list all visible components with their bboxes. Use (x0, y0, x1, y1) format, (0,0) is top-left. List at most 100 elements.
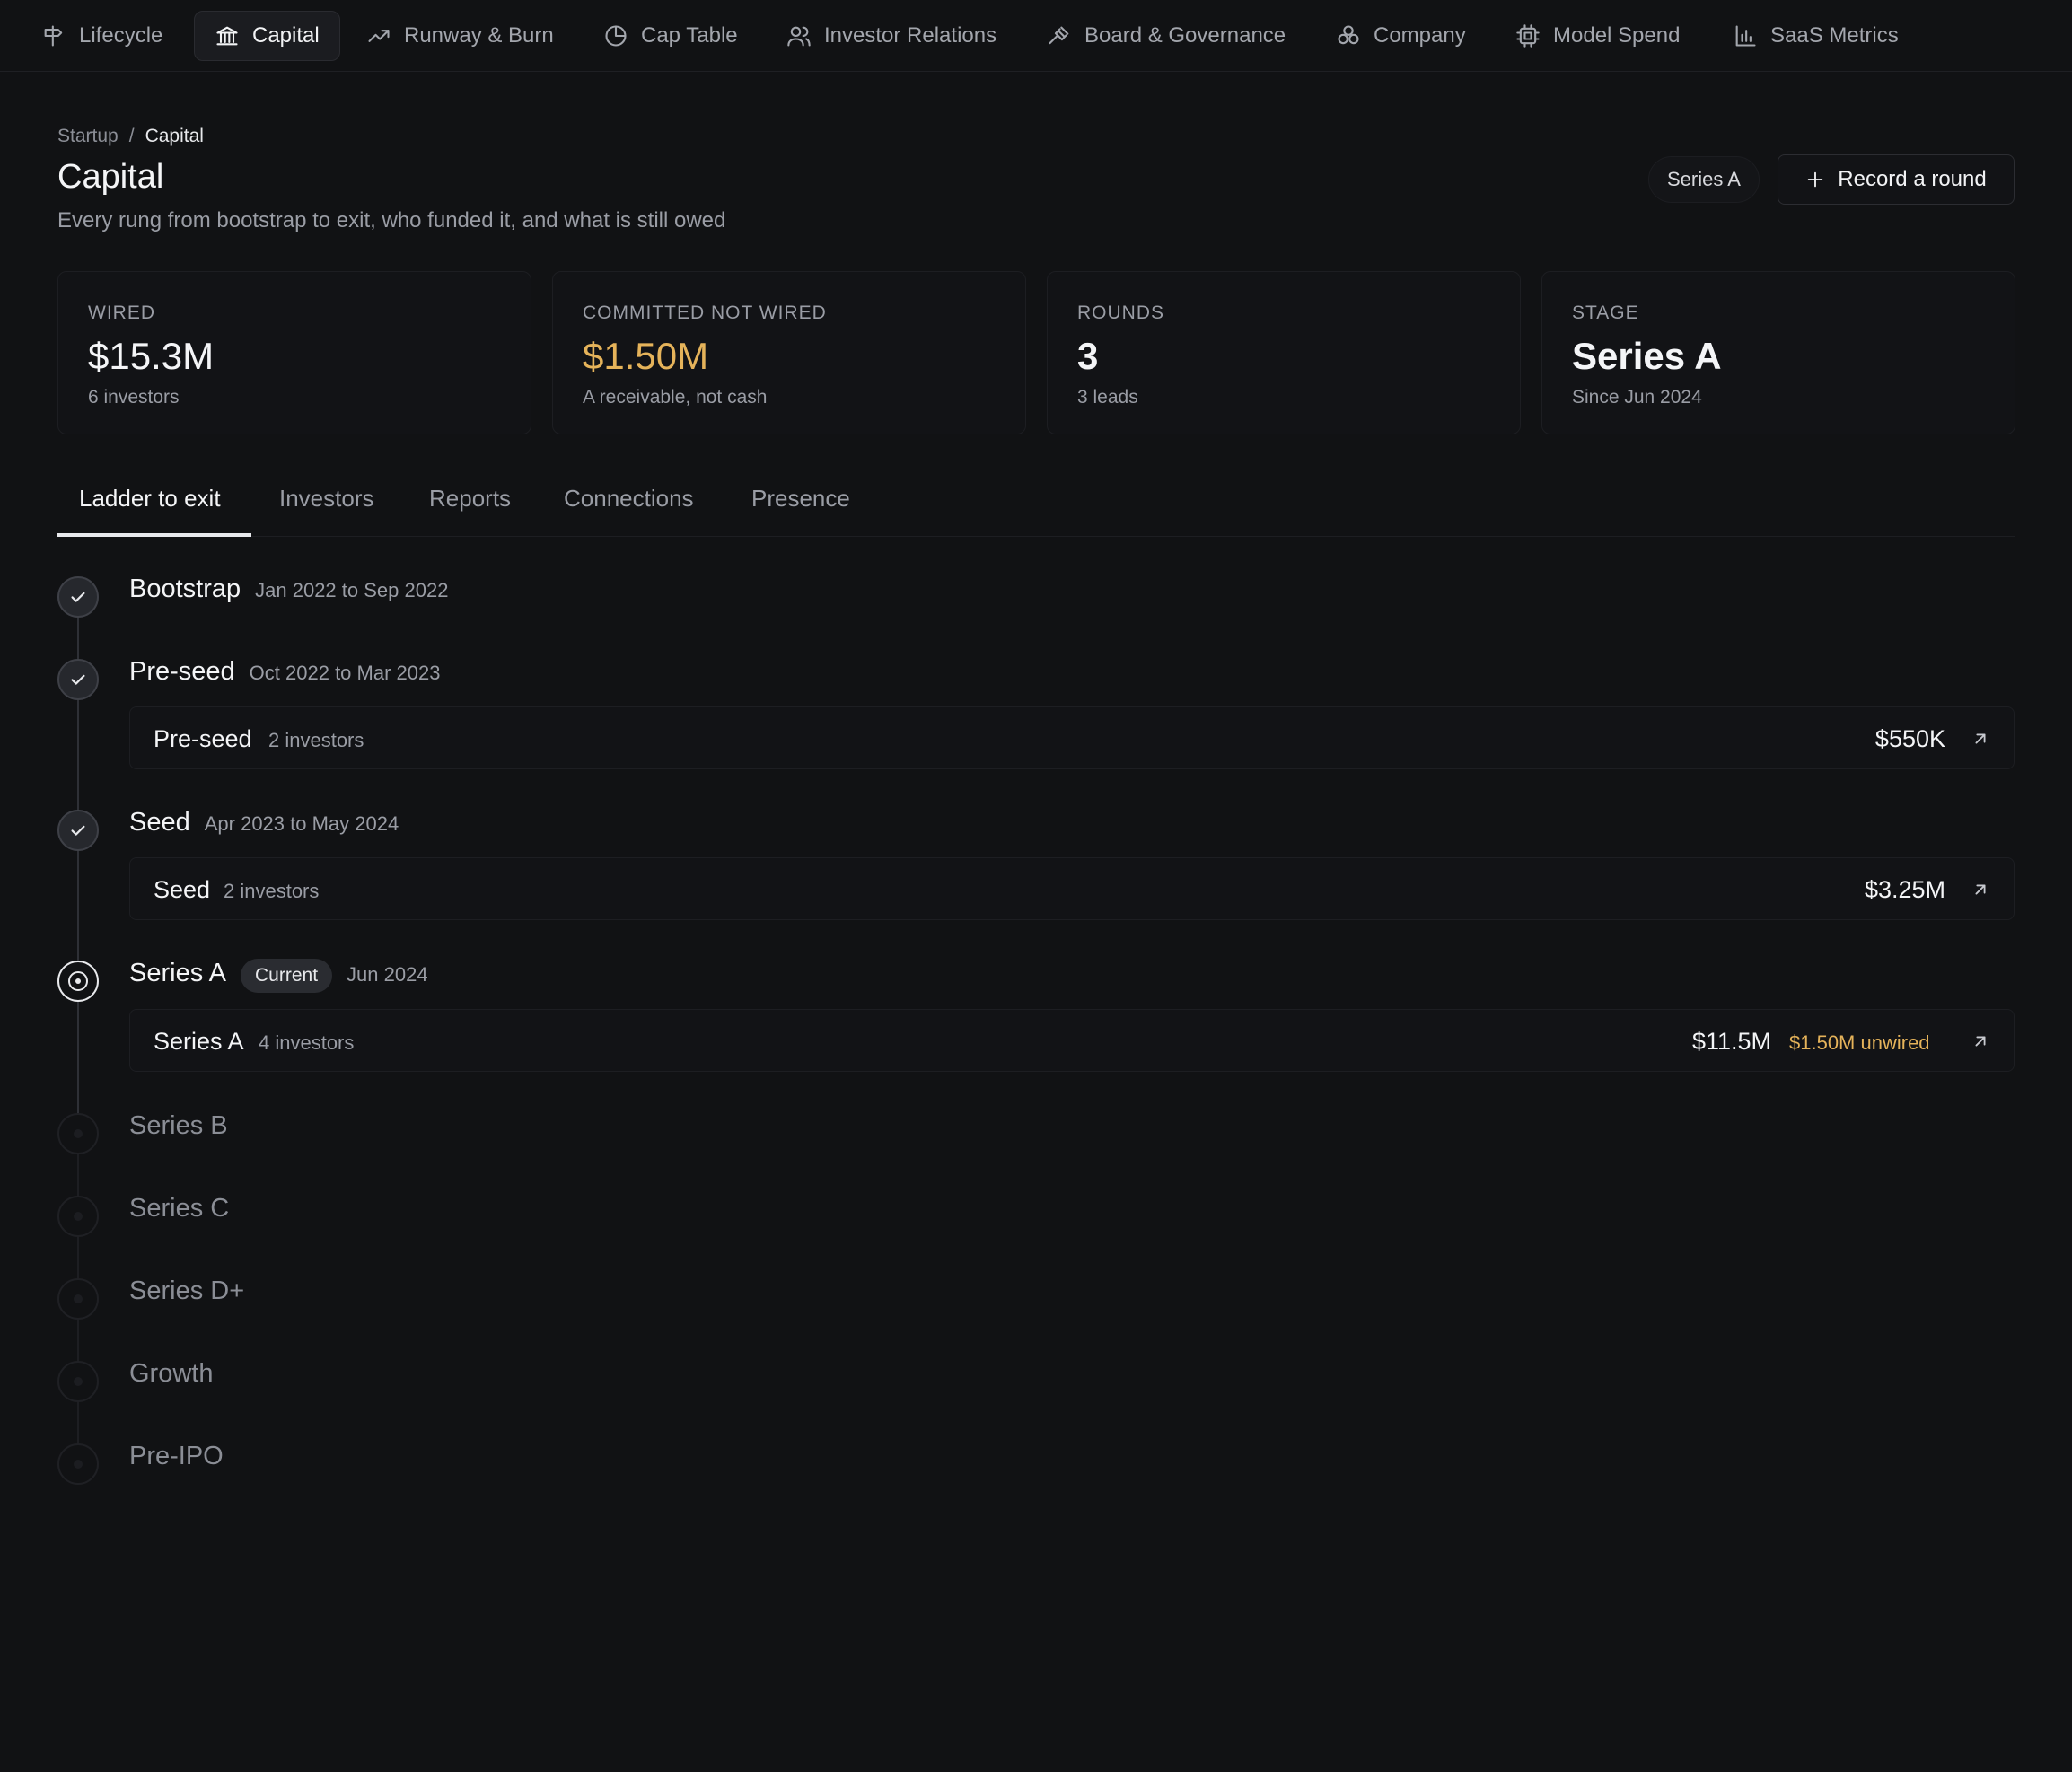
tab-investors[interactable]: Investors (279, 485, 374, 513)
stage-name: Seed (129, 808, 190, 837)
tab-bar: Ladder to exit Investors Reports Connect… (57, 467, 2015, 537)
round-name: Seed (154, 876, 211, 903)
nav-item-label: Lifecycle (79, 23, 163, 48)
stat-note: 3 leads (1077, 387, 1138, 408)
arrow-up-right-icon[interactable] (1971, 729, 1990, 749)
stage-pre-seed: Pre-seed Oct 2022 to Mar 2023 (129, 657, 440, 687)
nav-item-model-spend[interactable]: Model Spend (1496, 11, 1699, 61)
active-tab-indicator (57, 533, 251, 537)
round-row-pre-seed[interactable]: Pre-seed 2 investors $550K (129, 706, 2015, 769)
stage-series-c: Series C (129, 1194, 229, 1224)
stage-node-future (57, 1113, 99, 1154)
record-round-label: Record a round (1838, 167, 1987, 191)
round-investor-count: 2 investors (268, 729, 364, 751)
round-row-seed[interactable]: Seed 2 investors $3.25M (129, 857, 2015, 920)
round-investor-count: 4 investors (259, 1031, 355, 1054)
stat-note: Since Jun 2024 (1572, 387, 1702, 408)
stat-note: A receivable, not cash (583, 387, 768, 408)
arrow-up-right-icon[interactable] (1971, 1031, 1990, 1051)
breadcrumb: Startup / Capital (57, 126, 204, 147)
stage-series-b: Series B (129, 1111, 228, 1141)
stage-node-current (57, 961, 99, 1002)
nav-item-label: Board & Governance (1084, 23, 1286, 48)
check-icon (71, 592, 85, 602)
round-amount: $3.25M (1864, 876, 1945, 903)
stage-node-done (57, 576, 99, 618)
stage-dates: Apr 2023 to May 2024 (204, 812, 399, 835)
record-round-button[interactable]: Record a round (1778, 154, 2015, 205)
stage-node-future (57, 1443, 99, 1485)
tab-reports[interactable]: Reports (429, 485, 511, 513)
stat-label: Committed not wired (583, 303, 827, 323)
stat-note: 6 investors (88, 387, 180, 408)
stat-label: Stage (1572, 303, 1639, 323)
stage-name: Series B (129, 1111, 228, 1140)
round-amount: $11.5M (1691, 1028, 1771, 1055)
nav-item-label: Investor Relations (824, 23, 997, 48)
stage-node-future (57, 1196, 99, 1237)
nav-item-company[interactable]: Company (1316, 11, 1486, 61)
target-icon (68, 971, 88, 991)
stat-card-rounds: Rounds 3 3 leads (1047, 271, 1521, 434)
stat-card-committed-not-wired: Committed not wired $1.50M A receivable,… (552, 271, 1026, 434)
stat-value: $1.50M (583, 335, 709, 377)
nav-item-board-governance[interactable]: Board & Governance (1027, 11, 1305, 61)
round-name: Pre-seed (154, 725, 252, 752)
gavel-icon (1049, 26, 1069, 45)
stage-series-a: Series A Current Jun 2024 (129, 959, 428, 993)
nav-item-saas-metrics[interactable]: SaaS Metrics (1713, 11, 1918, 61)
stage-dates: Jun 2024 (347, 963, 428, 986)
stage-growth: Growth (129, 1359, 213, 1389)
stat-label: Rounds (1077, 303, 1165, 323)
nav-item-runway-burn[interactable]: Runway & Burn (347, 11, 574, 61)
stage-bootstrap: Bootstrap Jan 2022 to Sep 2022 (129, 575, 448, 604)
stage-name: Series A (129, 959, 226, 987)
stage-node-future (57, 1361, 99, 1402)
nav-item-label: Cap Table (641, 23, 738, 48)
nav-item-label: Runway & Burn (404, 23, 554, 48)
round-name: Series A (154, 1028, 244, 1055)
stat-value: 3 (1077, 335, 1099, 377)
tab-ladder-to-exit[interactable]: Ladder to exit (79, 485, 221, 513)
arrow-up-right-icon[interactable] (1971, 880, 1990, 899)
stage-dates: Oct 2022 to Mar 2023 (249, 662, 441, 684)
breadcrumb-root[interactable]: Startup (57, 126, 119, 147)
check-icon (71, 674, 85, 685)
stage-badge: Series A (1648, 156, 1760, 203)
tab-connections[interactable]: Connections (564, 485, 694, 513)
round-investor-count: 2 investors (224, 880, 320, 902)
stage-name: Pre-seed (129, 657, 235, 686)
stage-series-d-plus: Series D+ (129, 1276, 244, 1306)
company-cluster-icon (1338, 25, 1359, 45)
pie-chart-icon (605, 25, 627, 47)
tab-presence[interactable]: Presence (751, 485, 850, 513)
nav-item-lifecycle[interactable]: Lifecycle (22, 11, 182, 61)
stat-card-wired: Wired $15.3M 6 investors (57, 271, 531, 434)
round-row-series-a[interactable]: Series A 4 investors $11.5M $1.50M unwir… (129, 1009, 2015, 1072)
nav-item-label: SaaS Metrics (1770, 23, 1899, 48)
stage-name: Growth (129, 1359, 214, 1388)
check-icon (71, 825, 85, 836)
current-badge: Current (241, 959, 333, 993)
breadcrumb-current: Capital (145, 126, 204, 146)
stage-name: Bootstrap (129, 575, 241, 603)
stage-seed: Seed Apr 2023 to May 2024 (129, 808, 399, 838)
nav-item-cap-table[interactable]: Cap Table (584, 11, 758, 61)
bar-chart-icon (1735, 25, 1756, 47)
nav-item-label: Capital (252, 23, 320, 48)
stat-value: Series A (1572, 335, 1722, 377)
breadcrumb-separator: / (128, 126, 135, 146)
nav-item-label: Model Spend (1553, 23, 1681, 48)
nav-item-capital[interactable]: Capital (194, 11, 340, 61)
users-icon (787, 26, 811, 47)
stat-card-stage: Stage Series A Since Jun 2024 (1541, 271, 2015, 434)
nav-item-label: Company (1374, 23, 1466, 48)
nav-item-investor-relations[interactable]: Investor Relations (767, 11, 1016, 61)
stat-value: $15.3M (88, 335, 215, 377)
top-navigation: Lifecycle Capital Runway & Burn Cap Tabl… (0, 0, 2072, 72)
stage-node-done (57, 810, 99, 851)
stage-dates: Jan 2022 to Sep 2022 (255, 579, 449, 601)
round-amount: $550K (1874, 725, 1945, 752)
chip-icon (1516, 24, 1540, 48)
stage-node-done (57, 659, 99, 700)
